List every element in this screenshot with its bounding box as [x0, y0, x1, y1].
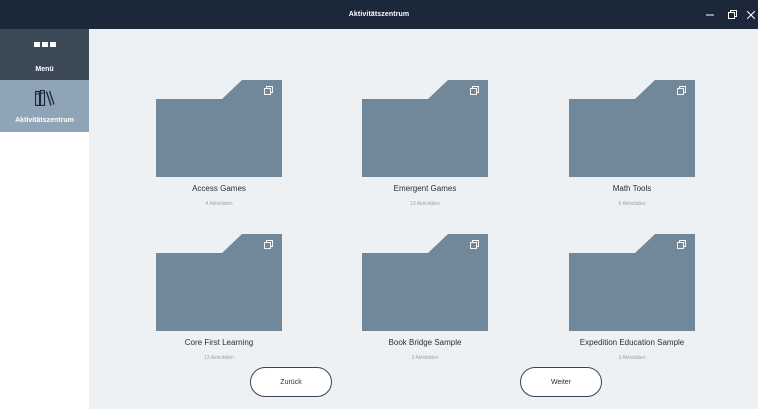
folder-icon — [362, 234, 488, 331]
tile-title: Access Games — [192, 184, 246, 193]
title-bar: Aktivitätszentrum — [0, 0, 758, 29]
tile-count: 3 Aktivitäten — [618, 355, 646, 361]
sidebar: Menü Aktivitätszentrum — [0, 29, 89, 409]
sidebar-item-activity-center[interactable]: Aktivitätszentrum — [0, 80, 89, 132]
dots-menu-icon — [34, 42, 56, 48]
sidebar-item-label: Menü — [35, 66, 54, 73]
next-button[interactable]: Weiter — [520, 367, 602, 397]
window-title: Aktivitätszentrum — [348, 11, 410, 18]
tile-title: Core First Learning — [184, 338, 254, 347]
tile-title: Expedition Education Sample — [579, 338, 685, 347]
tile-count: 3 Aktivitäten — [411, 355, 439, 361]
back-button[interactable]: Zurück — [250, 367, 332, 397]
folder-icon — [569, 234, 695, 331]
sidebar-item-label: Aktivitätszentrum — [15, 117, 74, 124]
tile-count: 4 Aktivitäten — [205, 201, 233, 207]
sidebar-item-menu[interactable]: Menü — [0, 29, 89, 80]
tile-title: Math Tools — [612, 184, 652, 193]
folder-icon — [362, 80, 488, 177]
minimize-button[interactable] — [701, 0, 719, 29]
folder-icon — [156, 234, 282, 331]
tile-count: 6 Aktivitäten — [618, 201, 646, 207]
folder-icon — [156, 80, 282, 177]
close-button[interactable] — [744, 0, 758, 29]
tile-count: 13 Aktivitäten — [410, 201, 440, 207]
tile-title: Book Bridge Sample — [388, 338, 462, 347]
folder-icon — [569, 80, 695, 177]
tile-count: 13 Aktivitäten — [204, 355, 234, 361]
main-content: Access Games 4 Aktivitäten Emergent Game… — [89, 29, 758, 409]
tile-title: Emergent Games — [393, 184, 457, 193]
books-icon — [34, 89, 55, 111]
restore-button[interactable] — [722, 0, 742, 29]
